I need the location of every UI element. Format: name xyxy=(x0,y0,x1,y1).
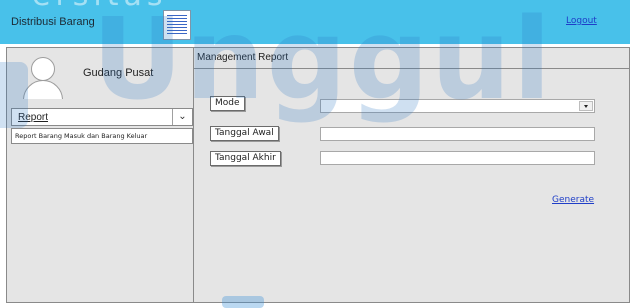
sidebar: Gudang Pusat Report ⌄ Report Barang Masu… xyxy=(6,47,194,303)
app-title: Distribusi Barang xyxy=(11,16,95,28)
menu-item-report-barang[interactable]: Report Barang Masuk dan Barang Keluar xyxy=(11,128,193,144)
app-header: Distribusi Barang Logout xyxy=(0,0,630,44)
logout-link[interactable]: Logout xyxy=(566,16,597,26)
tanggal-akhir-input[interactable] xyxy=(320,151,595,165)
chevron-down-icon[interactable]: ⌄ xyxy=(172,109,192,125)
document-icon[interactable] xyxy=(163,10,191,40)
report-dropdown-label: Report xyxy=(18,112,49,123)
user-avatar-icon xyxy=(22,55,64,99)
tanggal-awal-input[interactable] xyxy=(320,127,595,141)
generate-link[interactable]: Generate xyxy=(552,195,594,205)
tanggal-awal-label: Tanggal Awal xyxy=(210,126,279,141)
mode-select[interactable] xyxy=(320,99,595,113)
user-name: Gudang Pusat xyxy=(83,67,154,79)
tanggal-akhir-label: Tanggal Akhir xyxy=(210,151,281,166)
mode-label: Mode xyxy=(210,96,245,111)
management-report-panel: Management Report Mode Tanggal Awal Tang… xyxy=(194,47,630,303)
report-dropdown[interactable]: Report ⌄ xyxy=(11,108,193,126)
dropdown-arrow-icon[interactable] xyxy=(579,101,593,111)
panel-title: Management Report xyxy=(194,48,630,69)
